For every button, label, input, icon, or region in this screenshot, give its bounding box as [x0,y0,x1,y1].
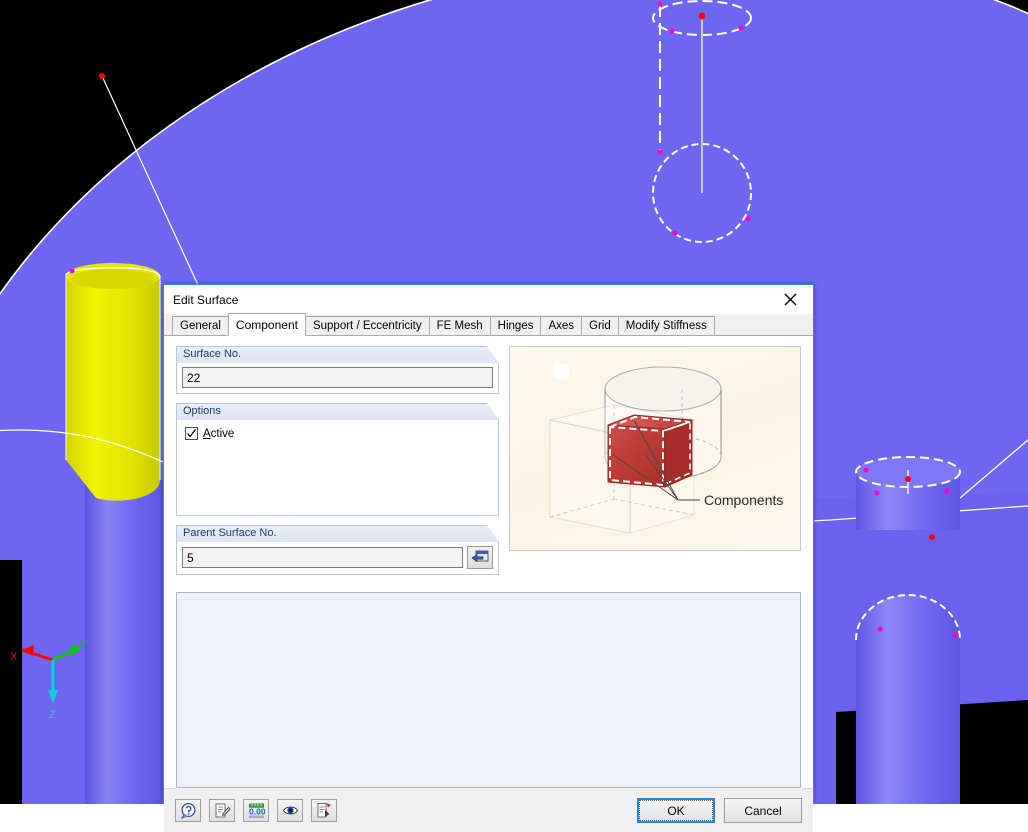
cylinder-left-body [85,480,163,804]
details-button[interactable] [311,799,337,822]
axis-label-x: X [10,651,18,663]
checkmark-icon [186,428,197,439]
svg-text:0.00: 0.00 [249,807,265,817]
pick-select-icon [471,550,489,566]
dialog-footer: 0.00 OK Cancel [164,788,813,832]
edit-surface-dialog[interactable]: Edit Surface General Component Support /… [163,284,814,804]
active-checkbox[interactable] [185,427,198,440]
export-details-icon [316,802,333,819]
tab-axes[interactable]: Axes [540,316,582,336]
illustration-caption: Components [704,492,783,508]
cylinder-right-lower [856,595,960,804]
parent-surface-no-input[interactable]: 5 [182,547,463,568]
units-button[interactable]: 0.00 [243,799,269,822]
illustration-column: Components [509,346,801,584]
ok-button[interactable]: OK [637,798,715,823]
bg-fill [0,560,22,804]
tab-fe-mesh[interactable]: FE Mesh [429,316,491,336]
edit-notes-icon [214,802,231,819]
group-header-parent-surface-no: Parent Surface No. [176,525,499,542]
group-header-surface-no: Surface No. [176,346,499,363]
close-icon [784,293,797,306]
axis-label-z: Z [49,709,56,721]
active-checkbox-row[interactable]: Active [182,424,493,440]
visibility-button[interactable] [277,799,303,822]
tab-support-eccentricity[interactable]: Support / Eccentricity [305,316,430,336]
node-point [929,534,935,540]
tab-bar[interactable]: General Component Support / Eccentricity… [164,314,813,336]
selected-yellow-cylinder [66,263,160,501]
component-diagram: Components [510,347,800,550]
cancel-button[interactable]: Cancel [724,798,802,823]
component-illustration: Components [509,346,801,551]
help-icon [180,802,197,819]
node-point [99,73,105,79]
close-button[interactable] [768,285,813,314]
tab-modify-stiffness[interactable]: Modify Stiffness [618,316,715,336]
group-options: Options Active [176,403,499,516]
group-surface-no: Surface No. 22 [176,346,499,394]
tab-hinges[interactable]: Hinges [490,316,542,336]
units-icon: 0.00 [248,802,265,819]
parent-surface-pick-button[interactable] [467,546,493,569]
comment-button[interactable] [209,799,235,822]
cylinder-right-upper [856,457,960,530]
active-checkbox-label: Active [203,428,234,440]
eye-icon [282,802,299,819]
help-button[interactable] [175,799,201,822]
group-header-options: Options [176,403,499,420]
tab-panel-component: Surface No. 22 Options [164,336,813,788]
component-list-panel[interactable] [176,592,801,788]
axis-label-y: Y [80,639,88,651]
dialog-titlebar[interactable]: Edit Surface [164,285,813,314]
tab-general[interactable]: General [172,316,229,336]
tab-component[interactable]: Component [228,313,306,336]
dialog-title: Edit Surface [173,293,238,307]
form-column: Surface No. 22 Options [176,346,499,584]
tab-grid[interactable]: Grid [581,316,619,336]
surface-no-input[interactable]: 22 [182,367,493,388]
ok-button-label: OK [639,800,713,821]
group-parent-surface-no: Parent Surface No. 5 [176,525,499,575]
